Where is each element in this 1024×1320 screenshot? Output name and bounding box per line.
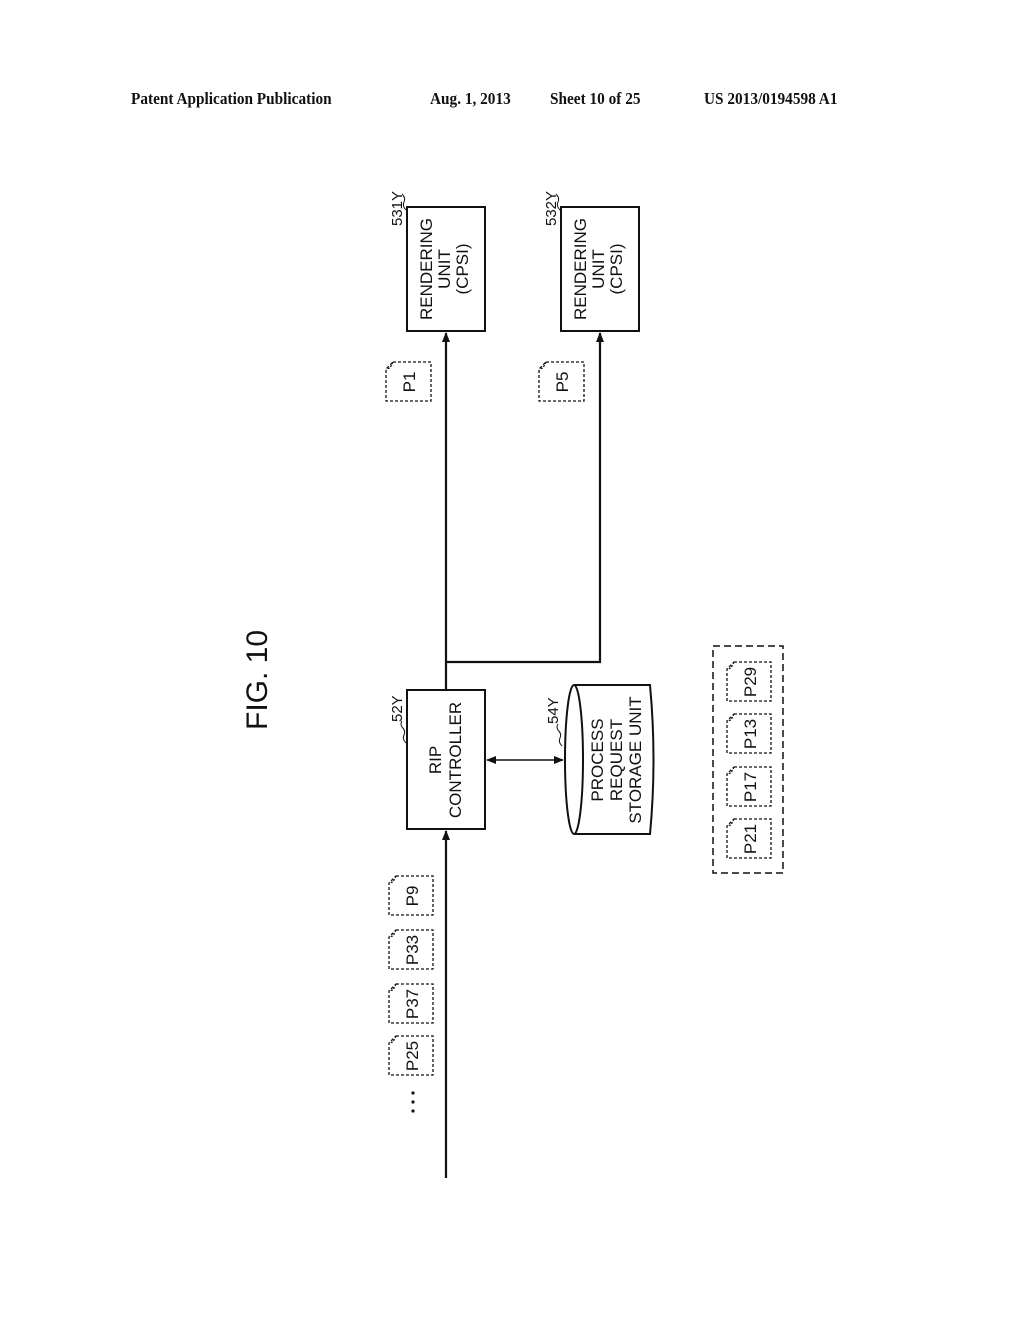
reference-54y: 54Y bbox=[545, 697, 562, 724]
figure-title: FIG. 10 bbox=[241, 630, 274, 730]
page-document-p5: P5 bbox=[538, 361, 585, 402]
page-label: P25 bbox=[403, 1041, 422, 1071]
rendering-unit-label-line2: UNIT bbox=[589, 249, 608, 289]
rendering-unit-label-line3: (CPSI) bbox=[453, 244, 472, 295]
page-label: P21 bbox=[741, 824, 760, 854]
reference-52y: 52Y bbox=[389, 695, 406, 722]
page-document-p17: P17 bbox=[726, 766, 772, 807]
rip-controller-label-line2: CONTROLLER bbox=[446, 702, 465, 818]
page-document-p37: P37 bbox=[388, 983, 434, 1024]
reference-532y: 532Y bbox=[543, 191, 560, 226]
rip-controller-52y: RIP CONTROLLER 52Y bbox=[389, 689, 486, 830]
page-label: P17 bbox=[741, 772, 760, 802]
reference-531y: 531Y bbox=[389, 191, 406, 226]
storage-label-line2: REQUEST bbox=[607, 719, 626, 801]
rendering-unit-531y: RENDERING UNIT (CPSI) 531Y bbox=[389, 191, 486, 332]
figure-10-diagram: FIG. 10 RENDERING UNIT (CPSI) 531Y RENDE… bbox=[241, 191, 784, 1178]
continuation-ellipsis bbox=[411, 1091, 415, 1113]
page-document-p25: P25 bbox=[388, 1035, 434, 1076]
rendering-unit-label-line1: RENDERING bbox=[417, 218, 436, 320]
page-document-p1: P1 bbox=[385, 361, 432, 402]
rendering-unit-label-line1: RENDERING bbox=[571, 218, 590, 320]
page-document-p21: P21 bbox=[726, 818, 772, 859]
page-label: P37 bbox=[403, 989, 422, 1019]
page-document-p13: P13 bbox=[726, 713, 772, 754]
leader-squiggle bbox=[400, 720, 407, 744]
rendering-unit-label-line2: UNIT bbox=[435, 249, 454, 289]
storage-label-line1: PROCESS bbox=[588, 718, 607, 801]
stored-requests-group: P29 P13 P17 P21 bbox=[712, 645, 784, 874]
storage-label-line3: STORAGE UNIT bbox=[626, 696, 645, 823]
page-label: P13 bbox=[741, 719, 760, 749]
leader-squiggle bbox=[556, 723, 563, 747]
input-queue: P9 P33 P37 P25 bbox=[388, 875, 434, 1113]
rendering-unit-532y: RENDERING UNIT (CPSI) 532Y bbox=[543, 191, 640, 332]
page-label: P33 bbox=[403, 935, 422, 965]
page-document-p29: P29 bbox=[726, 661, 772, 702]
page-label: P9 bbox=[403, 886, 422, 907]
page-label: P29 bbox=[741, 667, 760, 697]
page-document-p33: P33 bbox=[388, 929, 434, 970]
rip-controller-label-line1: RIP bbox=[426, 746, 445, 774]
page-label: P1 bbox=[400, 372, 419, 393]
page-label: P5 bbox=[553, 372, 572, 393]
rendering-unit-label-line3: (CPSI) bbox=[607, 244, 626, 295]
page-document-p9: P9 bbox=[388, 875, 434, 916]
